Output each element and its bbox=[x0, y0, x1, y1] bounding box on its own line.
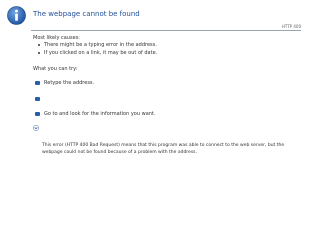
page-title: The webpage cannot be found bbox=[33, 10, 140, 18]
causes-list: There might be a typing error in the add… bbox=[38, 41, 157, 57]
error-header: The webpage cannot be found HTTP 400 bbox=[0, 0, 320, 31]
list-item: There might be a typing error in the add… bbox=[38, 41, 157, 49]
header-divider bbox=[31, 30, 301, 31]
info-icon bbox=[7, 6, 26, 25]
action-label: Go to and look for the information you w… bbox=[44, 111, 156, 117]
arrow-icon bbox=[35, 112, 40, 116]
action-label: Retype the address. bbox=[44, 80, 95, 86]
expand-chevron-icon[interactable] bbox=[33, 125, 39, 131]
actions-heading: What you can try: bbox=[33, 66, 78, 72]
arrow-icon bbox=[35, 97, 40, 101]
arrow-icon bbox=[35, 81, 40, 85]
http-status-code: HTTP 400 bbox=[281, 24, 301, 29]
error-details: This error (HTTP 400 Bad Request) means … bbox=[42, 143, 285, 155]
list-item: If you clicked on a link, it may be out … bbox=[38, 49, 157, 57]
